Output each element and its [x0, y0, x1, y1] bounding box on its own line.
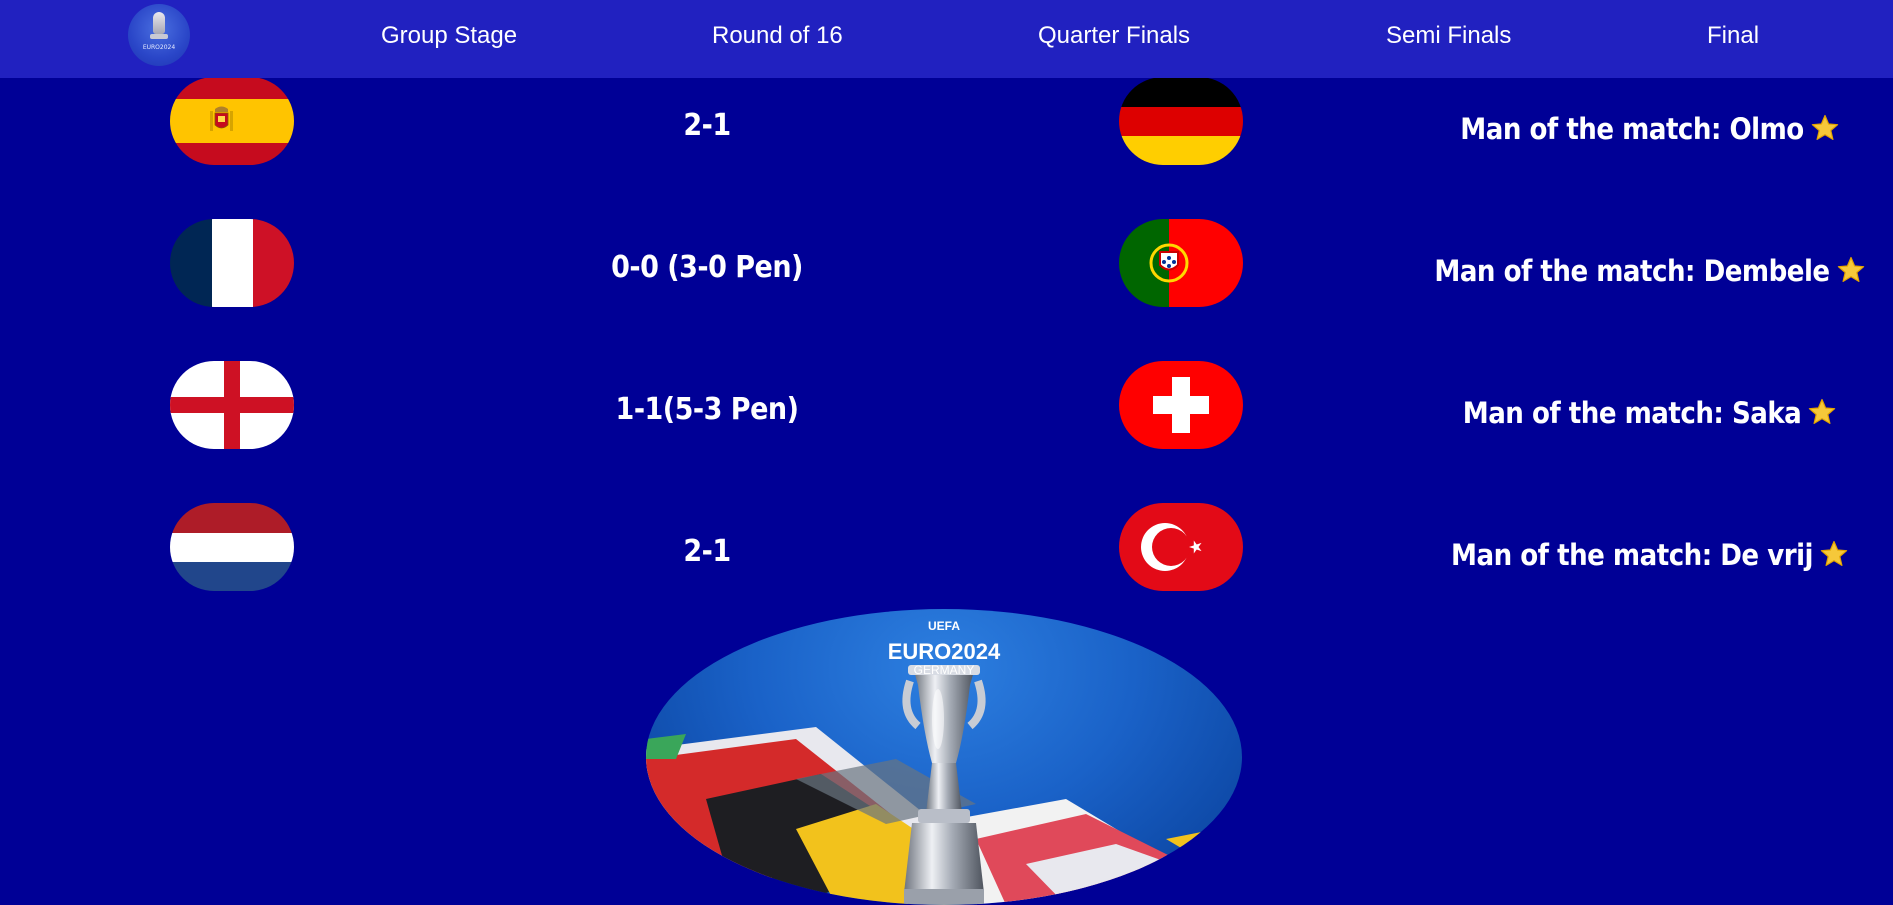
nav-round-of-16[interactable]: Round of 16: [712, 22, 843, 50]
nav-semi-finals[interactable]: Semi Finals: [1386, 22, 1511, 50]
euro2024-trophy-image: UEFA EURO2024 GERMANY: [646, 609, 1242, 905]
france-flag: [170, 219, 294, 307]
hero-uefa-text: UEFA: [927, 619, 960, 633]
man-of-the-match: Man of the match: Olmo: [1370, 112, 1893, 146]
netherlands-flag: [170, 503, 294, 591]
man-of-the-match: Man of the match: Saka: [1370, 396, 1893, 430]
england-flag: [170, 361, 294, 449]
star-icon: [1811, 114, 1838, 140]
nav-quarter-finals[interactable]: Quarter Finals: [1038, 22, 1190, 50]
star-icon: [1809, 398, 1836, 424]
switzerland-flag: [1119, 361, 1243, 449]
match-score: 2-1: [683, 108, 731, 143]
man-of-the-match: Man of the match: Dembele: [1370, 254, 1893, 288]
man-of-the-match: Man of the match: De vrij: [1370, 538, 1893, 572]
match-score: 2-1: [683, 534, 731, 569]
top-nav: EURO2024 Group Stage Round of 16 Quarter…: [0, 0, 1893, 78]
nav-final[interactable]: Final: [1707, 22, 1759, 50]
star-icon: [1837, 256, 1864, 282]
portugal-flag: [1119, 219, 1243, 307]
page: EURO2024 Group Stage Round of 16 Quarter…: [0, 0, 1893, 905]
germany-flag: [1119, 77, 1243, 165]
match-score: 0-0 (3-0 Pen): [611, 250, 803, 285]
hero-host-text: GERMANY: [913, 663, 975, 677]
star-icon: [1820, 540, 1848, 566]
spain-flag: [170, 77, 294, 165]
euro2024-logo[interactable]: EURO2024: [128, 4, 190, 66]
nav-group-stage[interactable]: Group Stage: [381, 22, 517, 50]
trophy-icon: [153, 12, 165, 34]
hero-brand-text: EURO2024: [887, 639, 1001, 664]
match-score: 1-1(5-3 Pen): [615, 392, 799, 427]
logo-text: EURO2024: [142, 44, 176, 51]
turkey-flag: [1119, 503, 1243, 591]
